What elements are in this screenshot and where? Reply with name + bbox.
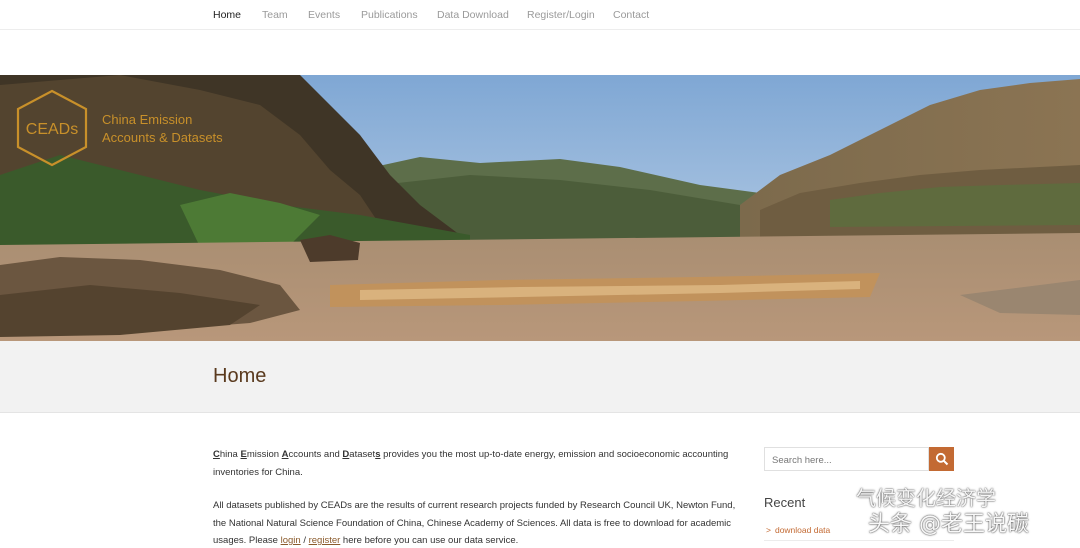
intro-ataset: ataset: [349, 449, 376, 460]
recent-item-label: download data: [774, 525, 831, 535]
main-content: China Emission Accounts and Datasets pro…: [213, 446, 738, 548]
nav-team[interactable]: Team: [262, 9, 288, 21]
chevron-right-icon: >: [766, 525, 771, 535]
search-icon: [935, 452, 949, 466]
search-input[interactable]: Search here...: [764, 447, 929, 471]
intro-mission: mission: [246, 449, 282, 460]
nav-register-login[interactable]: Register/Login: [527, 9, 595, 21]
nav-home[interactable]: Home: [213, 9, 241, 21]
divider: [764, 540, 954, 541]
site-name-line2: Accounts & Datasets: [102, 130, 223, 145]
recent-item-download-data[interactable]: > download data: [766, 525, 830, 535]
nav-data-download[interactable]: Data Download: [437, 9, 509, 21]
page-title-band: Home: [0, 341, 1080, 413]
svg-text:CEADs: CEADs: [26, 121, 78, 138]
datasets-paragraph: All datasets published by CEADs are the …: [213, 497, 738, 548]
register-link[interactable]: register: [309, 535, 341, 546]
page-title: Home: [213, 365, 267, 387]
site-name-line1: China Emission: [102, 112, 193, 127]
nav-events[interactable]: Events: [308, 9, 340, 21]
intro-paragraph: China Emission Accounts and Datasets pro…: [213, 446, 738, 481]
watermark-line2: 头条 @老王说碳: [868, 512, 1029, 537]
intro-c: C: [213, 449, 220, 460]
nav-publications[interactable]: Publications: [361, 9, 418, 21]
link-separator: /: [300, 535, 309, 546]
datasets-after: here before you can use our data service…: [340, 535, 519, 546]
login-link[interactable]: login: [281, 535, 301, 546]
intro-a: A: [281, 449, 289, 460]
ceads-hexagon-logo[interactable]: CEADs: [14, 88, 90, 168]
nav-contact[interactable]: Contact: [613, 9, 649, 21]
top-nav: Home Team Events Publications Data Downl…: [0, 0, 1080, 30]
recent-heading: Recent: [764, 495, 806, 510]
search-button[interactable]: [929, 447, 954, 471]
wechat-icon: [812, 486, 844, 511]
intro-ccounts: ccounts and: [288, 449, 343, 460]
intro-hina: hina: [219, 449, 241, 460]
site-name: China Emission Accounts & Datasets: [102, 111, 223, 147]
